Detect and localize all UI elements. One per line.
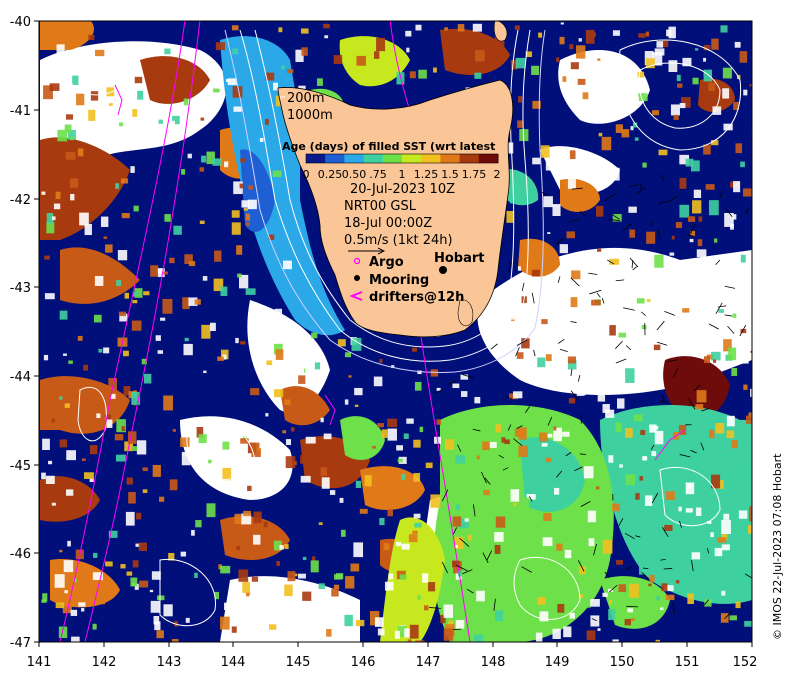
sst-age-map: 141 142 143 144 145 146 147 148 149 150 … [10, 15, 784, 670]
hobart-marker-icon [439, 266, 447, 274]
y-tick-label: -46 [10, 547, 31, 562]
y-axis: -40 -41 -42 -43 -44 -45 -46 -47 [10, 15, 39, 651]
colorbar-tick: 2 [494, 168, 501, 181]
mooring-marker-icon [354, 275, 360, 281]
product-name: NRT00 GSL [344, 199, 417, 214]
colorbar-tick: 1.5 [441, 168, 459, 181]
colorbar-tick: 1 [399, 168, 406, 181]
legend-mooring: Mooring [369, 273, 429, 288]
y-tick-label: -41 [10, 104, 31, 119]
colorbar-swatch [344, 154, 365, 163]
hobart-label: Hobart [434, 251, 485, 266]
x-tick-label: 149 [545, 655, 570, 670]
x-tick-label: 147 [416, 655, 441, 670]
arrow-scale-label: 0.5m/s (1kt 24h) [344, 233, 453, 248]
colorbar-swatch [459, 154, 480, 163]
colorbar-swatch [402, 154, 422, 163]
colorbar-tick: 1.75 [462, 168, 487, 181]
y-tick-label: -47 [10, 636, 31, 651]
x-tick-label: 143 [157, 655, 182, 670]
map-panel[interactable] [39, 20, 760, 654]
colorbar-tick: .75 [369, 168, 387, 181]
colorbar-swatch [382, 154, 403, 163]
x-tick-label: 148 [481, 655, 506, 670]
colorbar-title: Age (days) of filled SST (wrt latest [282, 140, 495, 153]
legend-drifters: drifters@12h [369, 290, 464, 305]
colorbar-tick: 0 [303, 168, 310, 181]
y-tick-label: -42 [10, 193, 31, 208]
colorbar-tick: 1.25 [414, 168, 439, 181]
x-axis: 141 142 143 144 145 146 147 148 149 150 … [27, 642, 758, 670]
x-tick-label: 152 [733, 655, 758, 670]
y-tick-label: -45 [10, 459, 31, 474]
x-tick-label: 141 [27, 655, 52, 670]
y-tick-label: -43 [10, 281, 31, 296]
colorbar-swatch [478, 154, 499, 163]
colorbar-swatches [306, 154, 499, 163]
x-tick-label: 150 [610, 655, 635, 670]
x-tick-label: 142 [92, 655, 117, 670]
depth-label-1000m: 1000m [287, 108, 333, 123]
y-tick-label: -44 [10, 370, 31, 385]
current-date: 18-Jul 00:00Z [344, 216, 432, 231]
y-tick-label: -40 [10, 15, 31, 30]
legend-argo: Argo [369, 255, 404, 270]
colorbar-swatch [325, 154, 345, 163]
copyright-credit: © IMOS 22-Jul-2023 07:08 Hobart [771, 453, 784, 640]
colorbar-tick: 0.50 [342, 168, 367, 181]
x-tick-label: 145 [286, 655, 311, 670]
colorbar-swatch [306, 154, 326, 163]
x-tick-label: 144 [221, 655, 246, 670]
colorbar-swatch [421, 154, 441, 163]
x-tick-label: 146 [351, 655, 376, 670]
colorbar-swatch [440, 154, 461, 163]
colorbar-swatch [363, 154, 384, 163]
depth-label-200m: 200m [287, 91, 324, 106]
colorbar-tick: 0.25 [318, 168, 343, 181]
analysis-date: 20-Jul-2023 10Z [350, 182, 455, 197]
x-tick-label: 151 [675, 655, 700, 670]
